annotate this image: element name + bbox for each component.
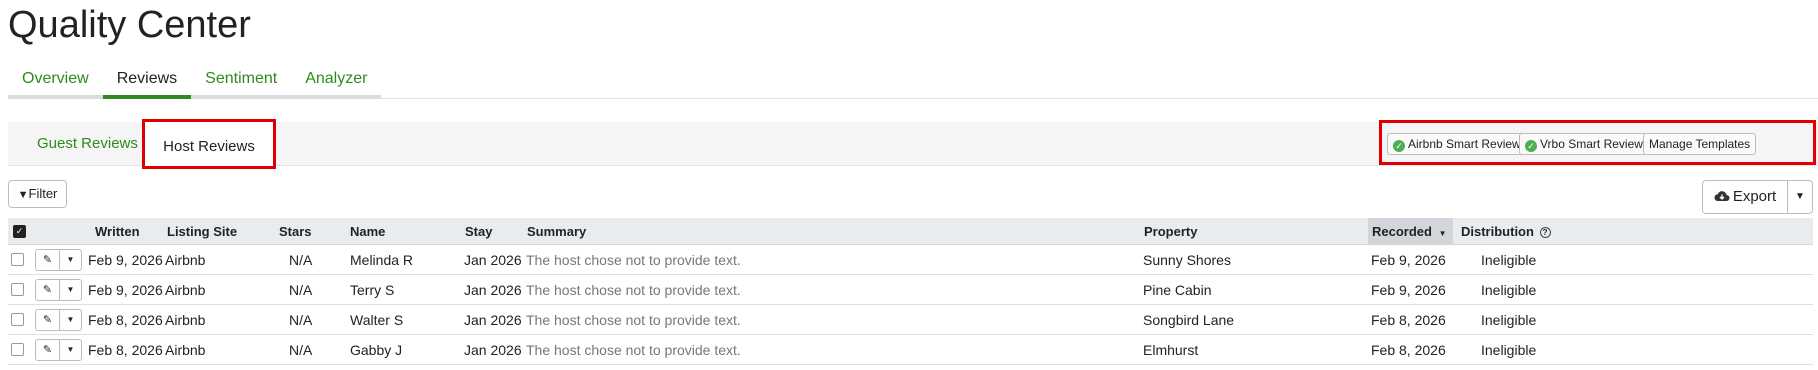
col-name[interactable]: Name: [350, 218, 385, 245]
cell-distribution: Ineligible: [1481, 312, 1537, 328]
col-summary[interactable]: Summary: [527, 218, 586, 245]
tab-host-reviews[interactable]: Host Reviews: [142, 119, 276, 169]
row-actions-caret[interactable]: ▼: [60, 339, 82, 361]
cell-summary: The host chose not to provide text.: [526, 312, 741, 328]
cell-name: Gabby J: [350, 342, 403, 358]
cell-written: Feb 9, 2026: [88, 282, 163, 298]
cell-listing-site: Airbnb: [165, 312, 206, 328]
tab-guest-reviews[interactable]: Guest Reviews: [37, 122, 138, 166]
export-dropdown-caret[interactable]: ▼: [1788, 180, 1813, 214]
top-tabs: Overview Reviews Sentiment Analyzer: [8, 66, 1818, 99]
export-label: Export: [1732, 188, 1777, 205]
export-button[interactable]: Export: [1702, 180, 1788, 214]
airbnb-smart-reviews-label: Airbnb Smart Reviews: [1408, 137, 1527, 151]
row-checkbox[interactable]: [11, 253, 24, 266]
check-circle-icon: ✓: [1393, 140, 1405, 152]
col-written[interactable]: Written: [95, 218, 140, 245]
col-property[interactable]: Property: [1144, 218, 1197, 245]
edit-pencil-icon[interactable]: ✎: [35, 279, 60, 301]
row-edit-group: ✎ ▼: [35, 249, 82, 271]
row-actions-caret[interactable]: ▼: [60, 249, 82, 271]
smart-review-actions: ✓ Airbnb Smart Reviews ✓ Vrbo Smart Review…: [1379, 120, 1816, 165]
edit-pencil-icon[interactable]: ✎: [35, 339, 60, 361]
cell-distribution: Ineligible: [1481, 342, 1537, 358]
table-row: ✎ ▼ Feb 9, 2026 Airbnb N/A Melinda R Jan…: [8, 245, 1813, 275]
help-icon[interactable]: ?: [1539, 227, 1551, 238]
host-reviews-table: ✓ Written Listing Site Stars Name Stay S…: [8, 218, 1813, 365]
edit-pencil-icon[interactable]: ✎: [35, 249, 60, 271]
cell-stay: Jan 2026: [464, 312, 522, 328]
sort-desc-icon: ▼: [1438, 229, 1447, 238]
cell-name: Melinda R: [350, 252, 414, 268]
airbnb-smart-reviews-button[interactable]: ✓ Airbnb Smart Reviews: [1387, 133, 1533, 155]
cell-recorded: Feb 9, 2026: [1371, 252, 1446, 268]
table-row: ✎ ▼ Feb 8, 2026 Airbnb N/A Gabby J Jan 2…: [8, 335, 1813, 365]
cell-recorded: Feb 8, 2026: [1371, 312, 1446, 328]
cell-name: Walter S: [350, 312, 404, 328]
row-checkbox[interactable]: [11, 343, 24, 356]
cell-recorded: Feb 9, 2026: [1371, 282, 1446, 298]
cell-stay: Jan 2026: [464, 342, 522, 358]
tab-analyzer[interactable]: Analyzer: [291, 66, 382, 99]
cell-recorded: Feb 8, 2026: [1371, 342, 1446, 358]
cell-stars: N/A: [289, 282, 313, 298]
col-recorded-label: Recorded: [1372, 224, 1432, 239]
table-header: ✓ Written Listing Site Stars Name Stay S…: [8, 218, 1813, 245]
col-stay[interactable]: Stay: [465, 218, 492, 245]
col-listing-site[interactable]: Listing Site: [167, 218, 237, 245]
cell-property: Pine Cabin: [1143, 282, 1212, 298]
table-row: ✎ ▼ Feb 8, 2026 Airbnb N/A Walter S Jan …: [8, 305, 1813, 335]
export-button-group: Export ▼: [1702, 180, 1813, 214]
table-row: ✎ ▼ Feb 9, 2026 Airbnb N/A Terry S Jan 2…: [8, 275, 1813, 305]
row-edit-group: ✎ ▼: [35, 309, 82, 331]
edit-pencil-icon[interactable]: ✎: [35, 309, 60, 331]
tab-overview[interactable]: Overview: [8, 66, 103, 99]
cell-written: Feb 8, 2026: [88, 312, 163, 328]
quality-center-page: Quality Center Overview Reviews Sentimen…: [0, 0, 1818, 370]
vrbo-smart-reviews-label: Vrbo Smart Reviews: [1540, 137, 1649, 151]
row-actions-caret[interactable]: ▼: [60, 279, 82, 301]
cell-property: Songbird Lane: [1143, 312, 1235, 328]
col-distribution-label: Distribution: [1461, 224, 1534, 239]
row-edit-group: ✎ ▼: [35, 279, 82, 301]
col-distribution[interactable]: Distribution ?: [1461, 218, 1551, 245]
tab-sentiment[interactable]: Sentiment: [191, 66, 292, 99]
vrbo-smart-reviews-button[interactable]: ✓ Vrbo Smart Reviews: [1519, 133, 1655, 155]
cell-stars: N/A: [289, 252, 313, 268]
manage-templates-button[interactable]: Manage Templates: [1643, 133, 1757, 155]
check-circle-icon: ✓: [1525, 140, 1537, 152]
cell-stars: N/A: [289, 342, 313, 358]
cell-written: Feb 9, 2026: [88, 252, 163, 268]
cell-distribution: Ineligible: [1481, 252, 1537, 268]
row-checkbox[interactable]: [11, 283, 24, 296]
cell-property: Sunny Shores: [1143, 252, 1231, 268]
cell-stay: Jan 2026: [464, 252, 522, 268]
cell-written: Feb 8, 2026: [88, 342, 163, 358]
cell-distribution: Ineligible: [1481, 282, 1537, 298]
row-checkbox[interactable]: [11, 313, 24, 326]
select-all-checkbox[interactable]: ✓: [13, 225, 26, 238]
col-recorded[interactable]: Recorded ▼: [1368, 218, 1453, 245]
page-title: Quality Center: [8, 4, 251, 46]
cell-summary: The host chose not to provide text.: [526, 252, 741, 268]
row-actions-caret[interactable]: ▼: [60, 309, 82, 331]
tab-reviews[interactable]: Reviews: [102, 66, 192, 99]
filter-button[interactable]: ▼Filter: [8, 180, 67, 208]
cell-summary: The host chose not to provide text.: [526, 342, 741, 358]
row-edit-group: ✎ ▼: [35, 339, 82, 361]
cell-listing-site: Airbnb: [165, 252, 206, 268]
cell-stay: Jan 2026: [464, 282, 522, 298]
cell-listing-site: Airbnb: [165, 342, 206, 358]
cell-property: Elmhurst: [1143, 342, 1199, 358]
cell-stars: N/A: [289, 312, 313, 328]
cell-listing-site: Airbnb: [165, 282, 206, 298]
col-stars[interactable]: Stars: [279, 218, 312, 245]
cell-summary: The host chose not to provide text.: [526, 282, 741, 298]
filter-label: Filter: [28, 186, 58, 201]
cell-name: Terry S: [350, 282, 395, 298]
filter-icon: ▼: [17, 189, 29, 201]
cloud-download-icon: [1714, 191, 1730, 202]
